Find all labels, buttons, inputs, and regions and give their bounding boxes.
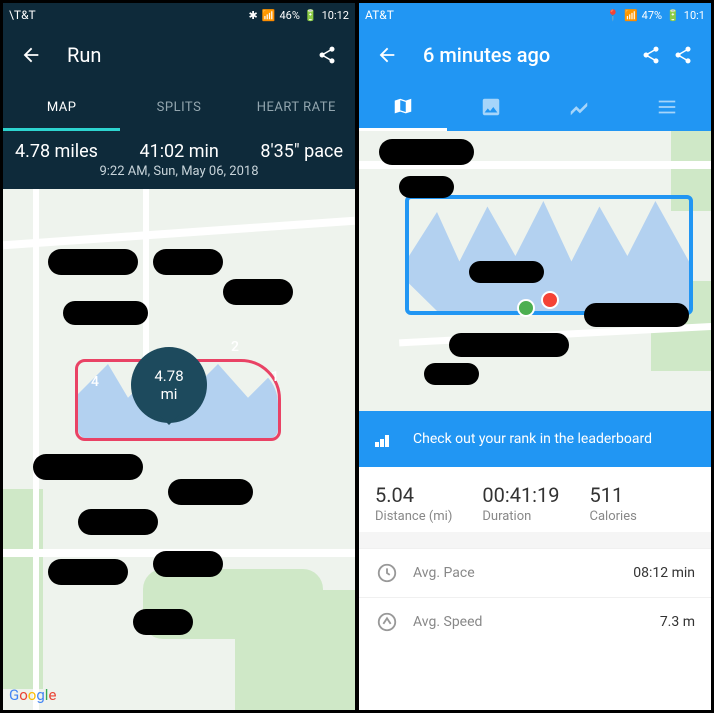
redaction xyxy=(78,509,158,535)
leaderboard-text: Check out your rank in the leaderboard xyxy=(413,431,652,447)
duration-value: 00:41:19 xyxy=(482,483,559,507)
battery-pct: 46% xyxy=(279,9,299,22)
leaderboard-banner[interactable]: Check out your rank in the leaderboard xyxy=(359,411,711,467)
location-icon: 📍 xyxy=(606,9,620,22)
tab-heart[interactable]: HEART RATE xyxy=(238,83,355,131)
battery-icon: 🔋 xyxy=(666,9,680,22)
redaction xyxy=(48,559,128,585)
tabs-right xyxy=(359,83,711,131)
tab-splits[interactable]: SPLITS xyxy=(120,83,237,131)
distance-value: 5.04 xyxy=(375,483,452,507)
pace-icon xyxy=(375,561,399,585)
start-marker[interactable] xyxy=(517,299,535,317)
back-button[interactable] xyxy=(15,39,47,71)
page-title: 6 minutes ago xyxy=(403,43,635,67)
speed-value: 7.3 m xyxy=(660,614,695,630)
road xyxy=(143,189,149,369)
map-right[interactable] xyxy=(359,131,711,411)
divider xyxy=(359,532,711,548)
end-marker[interactable] xyxy=(541,291,559,309)
road xyxy=(33,189,39,710)
mile-marker-4[interactable]: 4 xyxy=(81,364,109,400)
total-distance-pin[interactable]: 4.78 mi xyxy=(131,347,207,423)
redaction xyxy=(223,279,293,305)
tab-photos[interactable] xyxy=(447,83,535,131)
redaction xyxy=(168,479,253,505)
signal-icon: 📶 xyxy=(624,9,638,22)
stats-panel: 5.04 Distance (mi) 00:41:19 Duration 511… xyxy=(359,467,711,532)
redaction xyxy=(153,249,223,275)
tab-indicator xyxy=(3,128,120,131)
clock: 10:1 xyxy=(684,9,705,22)
redaction xyxy=(449,333,569,357)
redaction xyxy=(379,139,474,165)
avg-pace-row: Avg. Pace 08:12 min xyxy=(359,548,711,597)
speed-label: Avg. Speed xyxy=(413,614,646,630)
mile-marker-1[interactable]: 1 xyxy=(261,359,289,395)
calories-label: Calories xyxy=(590,509,637,524)
map-left[interactable]: 4 2 1 4.78 mi Google xyxy=(3,189,355,710)
carrier: AT&T xyxy=(365,8,394,22)
clock: 10:12 xyxy=(322,9,349,22)
battery-icon: 🔋 xyxy=(304,9,318,22)
share-button[interactable] xyxy=(311,39,343,71)
arrow-left-icon xyxy=(376,44,398,66)
status-bar-left: \T&T ✱ 📶 46% 🔋 10:12 xyxy=(3,3,355,27)
share-icon xyxy=(317,45,337,65)
battery-pct: 47% xyxy=(642,9,662,22)
speed-icon xyxy=(375,610,399,634)
back-button[interactable] xyxy=(371,39,403,71)
podium-icon xyxy=(373,427,397,451)
map-icon xyxy=(392,96,414,118)
signal-icon: 📶 xyxy=(262,9,276,22)
carrier: \T&T xyxy=(9,8,36,22)
mile-marker-2[interactable]: 2 xyxy=(221,329,249,365)
header-left: Run xyxy=(3,27,355,83)
redaction xyxy=(584,303,689,327)
arrow-left-icon xyxy=(20,44,42,66)
tab-more[interactable] xyxy=(623,83,711,131)
redaction xyxy=(424,363,479,385)
share-icon xyxy=(641,45,661,65)
list-icon xyxy=(656,96,678,118)
pace-label: Avg. Pace xyxy=(413,565,619,581)
pace-value: 8'35" pace xyxy=(260,141,343,162)
redaction xyxy=(133,609,193,635)
pace-value: 08:12 min xyxy=(633,565,695,581)
image-icon xyxy=(480,96,502,118)
header-right: 6 minutes ago xyxy=(359,27,711,83)
share-button-1[interactable] xyxy=(635,39,667,71)
redaction xyxy=(469,261,544,283)
tab-map[interactable] xyxy=(359,83,447,131)
road xyxy=(3,217,355,250)
distance-value: 4.78 miles xyxy=(15,141,98,162)
status-bar-right: AT&T 📍 📶 47% 🔋 10:1 xyxy=(359,3,711,27)
pin-value: 4.78 xyxy=(154,367,183,385)
pin-unit: mi xyxy=(161,385,178,403)
tab-map[interactable]: MAP xyxy=(3,83,120,131)
page-title: Run xyxy=(47,43,311,67)
avg-speed-row: Avg. Speed 7.3 m xyxy=(359,597,711,646)
summary-stats: 4.78 miles 41:02 min 8'35" pace 9:22 AM,… xyxy=(3,131,355,189)
share-icon xyxy=(673,45,693,65)
time-value: 41:02 min xyxy=(139,141,218,162)
right-phone: AT&T 📍 📶 47% 🔋 10:1 6 minutes ago xyxy=(359,3,711,710)
tabs-left: MAP SPLITS HEART RATE xyxy=(3,83,355,131)
bluetooth-icon: ✱ xyxy=(249,9,258,22)
share-button-2[interactable] xyxy=(667,39,699,71)
tab-graph[interactable] xyxy=(535,83,623,131)
left-phone: \T&T ✱ 📶 46% 🔋 10:12 Run MAP SPLITS HEAR… xyxy=(3,3,355,710)
duration-label: Duration xyxy=(482,509,559,524)
distance-label: Distance (mi) xyxy=(375,509,452,524)
redaction xyxy=(399,176,454,198)
redaction xyxy=(33,454,143,480)
park xyxy=(235,590,355,710)
redaction xyxy=(63,301,148,325)
google-attribution: Google xyxy=(9,686,56,704)
chart-icon xyxy=(568,96,590,118)
redaction xyxy=(48,249,138,275)
activity-date: 9:22 AM, Sun, May 06, 2018 xyxy=(15,164,343,179)
redaction xyxy=(153,551,223,577)
calories-value: 511 xyxy=(590,483,637,507)
